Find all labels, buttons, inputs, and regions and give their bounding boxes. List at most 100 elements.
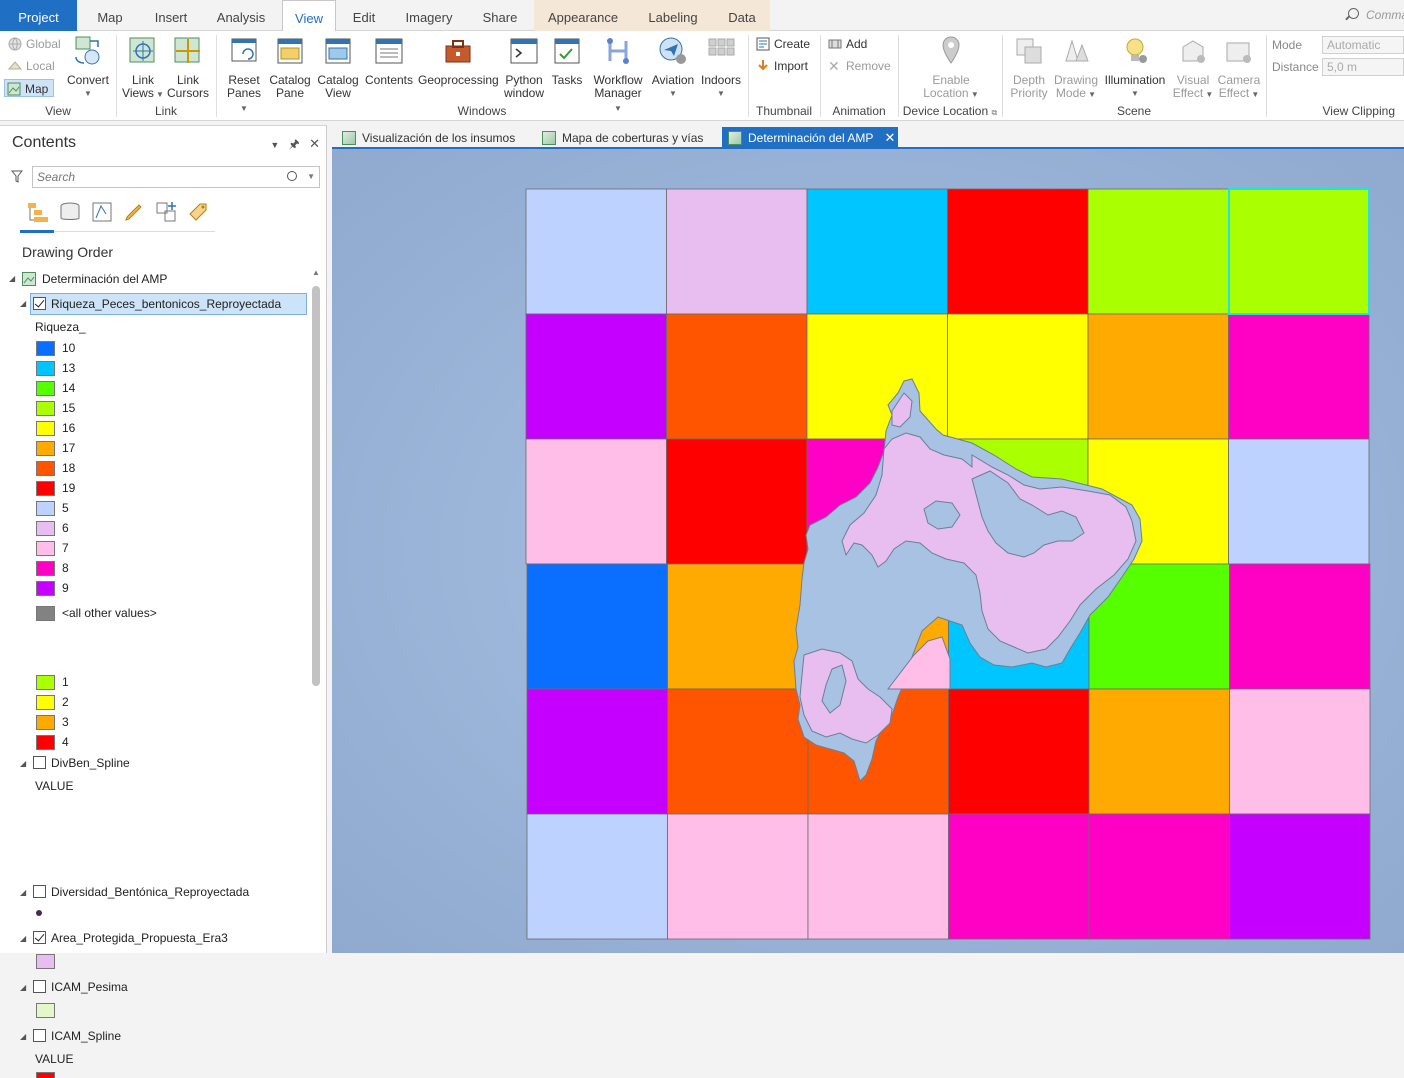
- map-view-button[interactable]: Map: [4, 79, 54, 97]
- search-icon[interactable]: [287, 171, 297, 181]
- layer-visibility-checkbox[interactable]: [33, 931, 46, 944]
- layer-visibility-checkbox[interactable]: [33, 885, 46, 898]
- layer-visibility-checkbox[interactable]: [33, 1029, 46, 1042]
- tab-share[interactable]: Share: [470, 0, 530, 31]
- legend-swatch[interactable]: [36, 561, 55, 576]
- drawing-order-icon[interactable]: [26, 200, 50, 224]
- tab-imagery[interactable]: Imagery: [395, 0, 463, 31]
- legend-swatch[interactable]: [36, 461, 55, 476]
- editing-pencil-icon[interactable]: [122, 200, 146, 224]
- aviation-button[interactable]: Aviation ▼: [650, 35, 696, 100]
- chevron-down-icon[interactable]: ▼: [307, 167, 315, 187]
- remove-animation-button[interactable]: ✕ Remove: [826, 57, 891, 75]
- clipping-distance-field[interactable]: 5,0 m: [1322, 58, 1404, 76]
- tab-analysis[interactable]: Analysis: [206, 0, 276, 31]
- collapse-triangle-icon[interactable]: ◢: [20, 759, 26, 768]
- filter-icon[interactable]: [11, 170, 23, 184]
- tasks-button[interactable]: Tasks: [548, 35, 586, 87]
- contents-scrollbar[interactable]: ▲: [312, 266, 320, 956]
- tab-view[interactable]: View: [282, 0, 336, 32]
- collapse-triangle-icon[interactable]: ◢: [9, 269, 15, 289]
- tab-edit[interactable]: Edit: [340, 0, 388, 31]
- global-button[interactable]: Global: [6, 35, 61, 53]
- tab-map[interactable]: Map: [82, 0, 138, 31]
- legend-swatch[interactable]: [36, 606, 55, 621]
- drawing-mode-button[interactable]: Drawing Mode ▼: [1052, 35, 1100, 101]
- legend-swatch[interactable]: [36, 735, 55, 750]
- windows-group-label: Windows: [457, 104, 507, 118]
- data-source-icon[interactable]: [58, 200, 82, 224]
- layer-name[interactable]: ICAM_Pesima: [51, 977, 128, 997]
- pin-icon[interactable]: 🖈: [289, 137, 300, 151]
- legend-swatch[interactable]: [36, 581, 55, 596]
- legend-swatch[interactable]: [36, 695, 55, 710]
- legend-swatch[interactable]: [36, 481, 55, 496]
- convert-button[interactable]: Convert ▼: [64, 35, 112, 100]
- collapse-triangle-icon[interactable]: ◢: [20, 934, 26, 943]
- labeling-icon[interactable]: [186, 200, 210, 224]
- legend-swatch[interactable]: [36, 541, 55, 556]
- catalog-pane-button[interactable]: Catalog Pane: [268, 35, 312, 100]
- add-animation-button[interactable]: Add: [826, 35, 867, 53]
- layer-name[interactable]: DivBen_Spline: [51, 753, 130, 773]
- legend-swatch[interactable]: [36, 521, 55, 536]
- tab-appearance[interactable]: Appearance: [534, 0, 632, 31]
- tab-data[interactable]: Data: [714, 0, 770, 31]
- camera-effect-button[interactable]: Camera Effect ▼: [1216, 35, 1262, 101]
- tab-determinacion-amp[interactable]: Determinación del AMP ✕: [722, 127, 898, 149]
- close-icon[interactable]: ✕: [309, 136, 320, 151]
- legend-swatch[interactable]: [36, 401, 55, 416]
- link-views-button[interactable]: Link Views ▼: [122, 35, 164, 101]
- pane-menu-icon[interactable]: ▼: [270, 140, 279, 150]
- legend-swatch[interactable]: [36, 361, 55, 376]
- close-icon[interactable]: ✕: [885, 130, 896, 145]
- indoors-button[interactable]: Indoors ▼: [698, 35, 744, 100]
- command-search[interactable]: Comma: [1342, 4, 1404, 26]
- workflow-manager-button[interactable]: Workflow Manager ▼: [590, 35, 646, 115]
- tab-visualizacion-insumos[interactable]: Visualización de los insumos: [336, 127, 532, 149]
- link-cursors-button[interactable]: Link Cursors: [166, 35, 210, 100]
- scroll-up-icon[interactable]: ▲: [312, 268, 320, 277]
- enable-location-button[interactable]: Enable Location ▼: [916, 35, 986, 101]
- contents-search-input[interactable]: Search ▼: [32, 166, 320, 188]
- collapse-triangle-icon[interactable]: ◢: [20, 1032, 26, 1041]
- legend-swatch[interactable]: [36, 441, 55, 456]
- camera-effect-icon: [1226, 42, 1251, 63]
- clipping-mode-select[interactable]: Automatic: [1322, 36, 1404, 54]
- legend-swatch[interactable]: [36, 381, 55, 396]
- illumination-button[interactable]: Illumination ▼: [1102, 35, 1168, 100]
- collapse-triangle-icon[interactable]: ◢: [20, 888, 26, 897]
- tab-labeling[interactable]: Labeling: [632, 0, 714, 31]
- map-canvas[interactable]: [332, 149, 1404, 953]
- legend-swatch[interactable]: [36, 675, 55, 690]
- tab-insert[interactable]: Insert: [144, 0, 198, 31]
- snapping-icon[interactable]: [154, 200, 178, 224]
- legend-swatch[interactable]: [36, 501, 55, 516]
- python-window-button[interactable]: Python window: [502, 35, 546, 100]
- legend-swatch[interactable]: [36, 341, 55, 356]
- dialog-launcher-icon[interactable]: ⧉: [992, 108, 998, 117]
- layer-visibility-checkbox[interactable]: [33, 980, 46, 993]
- layer-name[interactable]: ICAM_Spline: [51, 1026, 121, 1046]
- tab-project[interactable]: Project: [0, 0, 77, 31]
- legend-swatch[interactable]: [36, 421, 55, 436]
- import-thumbnail-button[interactable]: Import: [754, 57, 808, 75]
- layer-name[interactable]: Area_Protegida_Propuesta_Era3: [51, 928, 228, 948]
- tab-mapa-coberturas[interactable]: Mapa de coberturas y vías: [536, 127, 720, 149]
- reset-panes-button[interactable]: Reset Panes ▼: [222, 35, 266, 115]
- depth-priority-button[interactable]: Depth Priority: [1008, 35, 1050, 100]
- collapse-triangle-icon[interactable]: ◢: [20, 983, 26, 992]
- layer-name[interactable]: Diversidad_Bentónica_Reproyectada: [51, 882, 249, 902]
- contents-button[interactable]: Contents: [364, 35, 414, 87]
- visual-effect-button[interactable]: Visual Effect ▼: [1170, 35, 1216, 101]
- selection-icon[interactable]: [90, 200, 114, 224]
- scroll-thumb[interactable]: [312, 286, 320, 686]
- create-thumbnail-button[interactable]: Create: [754, 35, 810, 53]
- layer-visibility-checkbox[interactable]: [33, 297, 46, 310]
- local-button[interactable]: Local: [6, 57, 55, 75]
- layer-visibility-checkbox[interactable]: [33, 756, 46, 769]
- collapse-triangle-icon[interactable]: ◢: [20, 299, 26, 308]
- catalog-view-button[interactable]: Catalog View: [316, 35, 360, 100]
- legend-swatch[interactable]: [36, 715, 55, 730]
- geoprocessing-button[interactable]: Geoprocessing: [418, 35, 499, 87]
